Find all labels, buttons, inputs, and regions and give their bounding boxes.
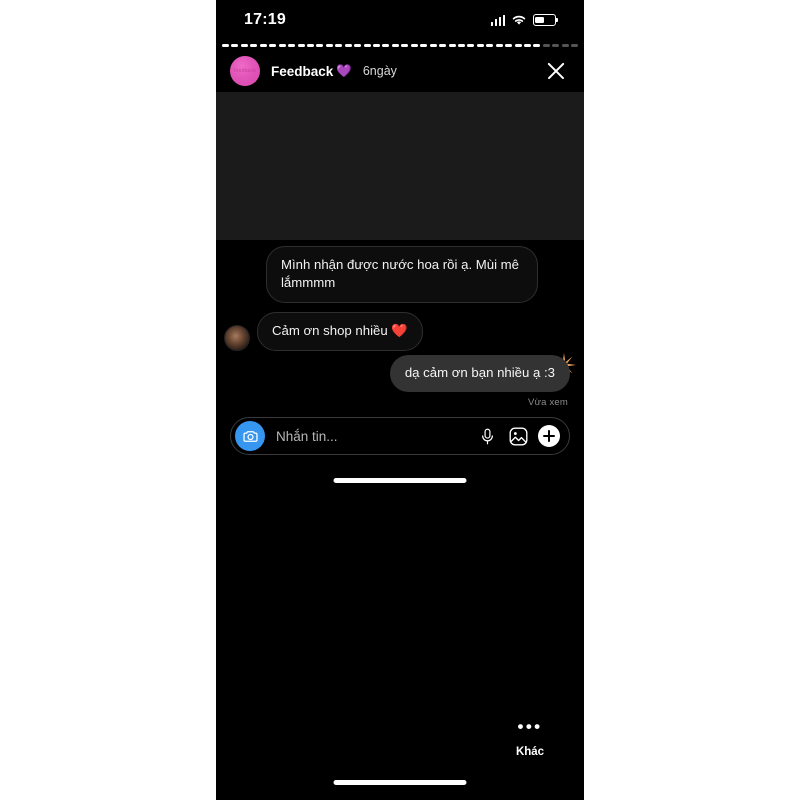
story-progress-bar[interactable]	[216, 44, 584, 48]
home-indicator	[333, 780, 467, 785]
image-icon[interactable]	[507, 425, 529, 447]
story-header: feedback Feedback 💜 6ngày	[216, 52, 584, 90]
status-bar-clock: 17:19	[244, 11, 286, 28]
avatar-caption: feedback	[234, 68, 256, 74]
avatar[interactable]: feedback	[230, 56, 260, 86]
home-indicator	[333, 478, 467, 483]
message-row: dạ cảm ơn bạn nhiều ạ :3	[389, 355, 570, 393]
message-status-text: Vừa xem	[528, 397, 568, 408]
phone-screenshot: 17:19 feedback Feedback 💜 6ngày Mình nhậ…	[216, 0, 584, 800]
story-media-area[interactable]	[216, 92, 584, 240]
status-bar: 17:19	[216, 0, 584, 40]
more-label: Khác	[515, 746, 545, 758]
heart-emoji-icon: 💜	[336, 63, 352, 78]
message-input-placeholder[interactable]: Nhắn tin...	[276, 429, 467, 444]
message-row: Cảm ơn shop nhiều ❤️	[224, 312, 423, 352]
message-row: Mình nhận được nước hoa rồi ạ. Mùi mê lắ…	[266, 246, 538, 304]
sender-avatar[interactable]	[224, 325, 250, 352]
signal-bars-icon	[490, 14, 505, 26]
story-username[interactable]: Feedback	[271, 64, 333, 79]
battery-icon	[533, 14, 559, 26]
more-button[interactable]: ••• Khác	[498, 717, 562, 758]
status-bar-icons	[490, 14, 559, 26]
microphone-icon[interactable]	[476, 425, 498, 447]
close-icon[interactable]	[544, 59, 568, 83]
more-dots-icon: •••	[517, 717, 543, 736]
chat-screenshot: Mình nhận được nước hoa rồi ạ. Mùi mê lắ…	[216, 240, 584, 490]
wifi-icon	[511, 14, 527, 26]
message-bubble-incoming[interactable]: Cảm ơn shop nhiều ❤️	[257, 312, 423, 352]
page-canvas: 17:19 feedback Feedback 💜 6ngày Mình nhậ…	[0, 0, 800, 800]
plus-icon[interactable]	[538, 425, 560, 447]
message-bubble-outgoing[interactable]: dạ cảm ơn bạn nhiều ạ :3	[389, 355, 570, 393]
message-composer[interactable]: Nhắn tin...	[230, 417, 570, 455]
camera-icon[interactable]	[235, 421, 265, 451]
message-bubble-incoming[interactable]: Mình nhận được nước hoa rồi ạ. Mùi mê lắ…	[266, 246, 538, 304]
story-timestamp: 6ngày	[362, 64, 397, 78]
